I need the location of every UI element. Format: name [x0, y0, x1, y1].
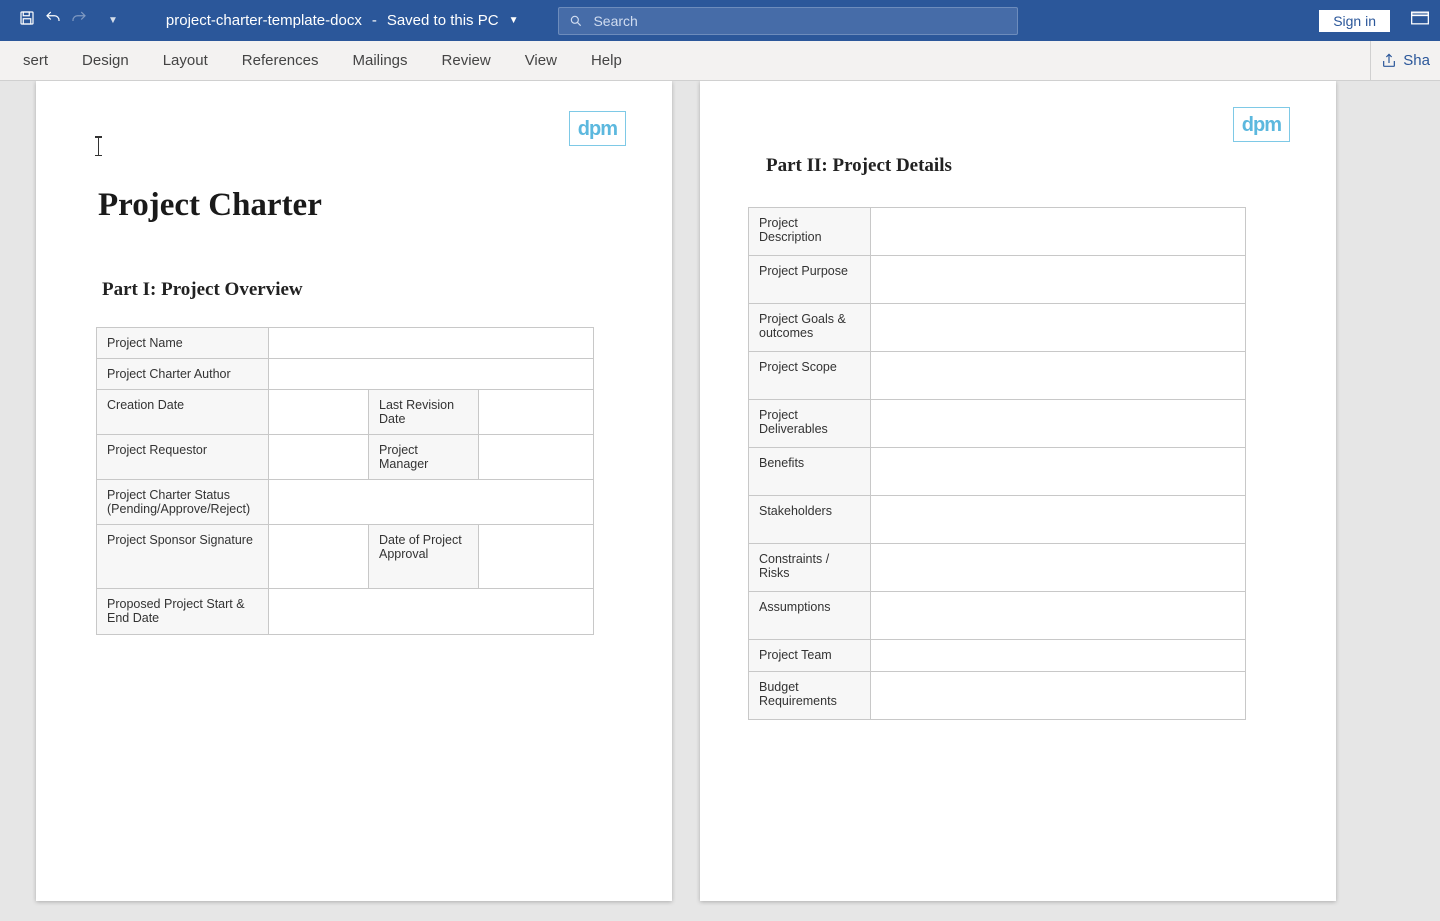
tab-help[interactable]: Help	[574, 43, 639, 78]
table-row: Project Deliverables	[749, 400, 1246, 448]
value-constraints[interactable]	[871, 544, 1246, 592]
label-status[interactable]: Project Charter Status (Pending/Approve/…	[97, 480, 269, 525]
table-row: Project Charter Status (Pending/Approve/…	[97, 480, 594, 525]
value-budget[interactable]	[871, 672, 1246, 720]
share-button[interactable]: Sha	[1371, 41, 1440, 80]
table-row: Project Requestor Project Manager	[97, 435, 594, 480]
label-purpose[interactable]: Project Purpose	[749, 256, 871, 304]
value-start-end[interactable]	[269, 589, 594, 635]
page-1[interactable]: dpm Project Charter Part I: Project Over…	[36, 81, 672, 901]
table-row: Budget Requirements	[749, 672, 1246, 720]
tab-review[interactable]: Review	[425, 43, 508, 78]
label-assumptions[interactable]: Assumptions	[749, 592, 871, 640]
share-icon	[1381, 53, 1397, 69]
label-description[interactable]: Project Description	[749, 208, 871, 256]
logo-box: dpm	[569, 111, 626, 146]
value-purpose[interactable]	[871, 256, 1246, 304]
value-sponsor-sig[interactable]	[269, 525, 369, 589]
title-bar: ▼ project-charter-template-docx - Saved …	[0, 0, 1440, 41]
value-stakeholders[interactable]	[871, 496, 1246, 544]
signin-button[interactable]: Sign in	[1319, 10, 1390, 32]
label-approval-date[interactable]: Date of Project Approval	[369, 525, 479, 589]
separator: -	[372, 12, 377, 29]
label-goals[interactable]: Project Goals & outcomes	[749, 304, 871, 352]
label-stakeholders[interactable]: Stakeholders	[749, 496, 871, 544]
table-row: Project Team	[749, 640, 1246, 672]
label-team[interactable]: Project Team	[749, 640, 871, 672]
table-row: Assumptions	[749, 592, 1246, 640]
table-row: Proposed Project Start & End Date	[97, 589, 594, 635]
value-assumptions[interactable]	[871, 592, 1246, 640]
save-status-text: Saved to this PC	[387, 12, 499, 29]
label-requestor[interactable]: Project Requestor	[97, 435, 269, 480]
tab-view[interactable]: View	[508, 43, 574, 78]
label-manager[interactable]: Project Manager	[369, 435, 479, 480]
section-heading-part2[interactable]: Part II: Project Details	[766, 155, 1286, 177]
search-input[interactable]	[593, 13, 1007, 29]
table-row: Project Goals & outcomes	[749, 304, 1246, 352]
value-benefits[interactable]	[871, 448, 1246, 496]
value-last-revision[interactable]	[479, 390, 594, 435]
tab-insert[interactable]: sert	[6, 43, 65, 78]
value-scope[interactable]	[871, 352, 1246, 400]
redo-icon[interactable]	[70, 9, 88, 32]
table-row: Stakeholders	[749, 496, 1246, 544]
value-creation-date[interactable]	[269, 390, 369, 435]
label-budget[interactable]: Budget Requirements	[749, 672, 871, 720]
search-box[interactable]	[558, 7, 1018, 35]
tab-layout[interactable]: Layout	[146, 43, 225, 78]
table-row: Project Description	[749, 208, 1246, 256]
label-start-end[interactable]: Proposed Project Start & End Date	[97, 589, 269, 635]
value-requestor[interactable]	[269, 435, 369, 480]
label-deliverables[interactable]: Project Deliverables	[749, 400, 871, 448]
table-row: Project Scope	[749, 352, 1246, 400]
value-description[interactable]	[871, 208, 1246, 256]
value-project-name[interactable]	[269, 328, 594, 359]
label-author[interactable]: Project Charter Author	[97, 359, 269, 390]
save-icon[interactable]	[18, 9, 36, 32]
undo-icon[interactable]	[44, 9, 62, 32]
text-cursor	[98, 137, 99, 155]
title-caret-icon: ▼	[509, 15, 519, 26]
document-workspace[interactable]: dpm Project Charter Part I: Project Over…	[0, 81, 1440, 921]
value-approval-date[interactable]	[479, 525, 594, 589]
value-status[interactable]	[269, 480, 594, 525]
table-row: Project Sponsor Signature Date of Projec…	[97, 525, 594, 589]
label-last-revision[interactable]: Last Revision Date	[369, 390, 479, 435]
label-creation-date[interactable]: Creation Date	[97, 390, 269, 435]
value-team[interactable]	[871, 640, 1246, 672]
table-row: Project Name	[97, 328, 594, 359]
table-row: Creation Date Last Revision Date	[97, 390, 594, 435]
qat-dropdown-icon[interactable]: ▼	[108, 15, 118, 26]
tab-references[interactable]: References	[225, 43, 336, 78]
overview-table[interactable]: Project Name Project Charter Author Crea…	[96, 327, 594, 635]
tab-design[interactable]: Design	[65, 43, 146, 78]
table-row: Project Purpose	[749, 256, 1246, 304]
document-title[interactable]: project-charter-template-docx - Saved to…	[166, 12, 519, 29]
page-2[interactable]: dpm Part II: Project Details Project Des…	[700, 81, 1336, 901]
value-author[interactable]	[269, 359, 594, 390]
tab-mailings[interactable]: Mailings	[335, 43, 424, 78]
table-row: Project Charter Author	[97, 359, 594, 390]
details-table[interactable]: Project Description Project Purpose Proj…	[748, 207, 1246, 720]
ribbon-display-icon[interactable]	[1410, 10, 1430, 31]
table-row: Benefits	[749, 448, 1246, 496]
value-manager[interactable]	[479, 435, 594, 480]
label-sponsor-sig[interactable]: Project Sponsor Signature	[97, 525, 269, 589]
section-heading-part1[interactable]: Part I: Project Overview	[102, 279, 622, 301]
label-benefits[interactable]: Benefits	[749, 448, 871, 496]
label-project-name[interactable]: Project Name	[97, 328, 269, 359]
ribbon-tabs: sert Design Layout References Mailings R…	[0, 41, 1440, 81]
label-constraints[interactable]: Constraints / Risks	[749, 544, 871, 592]
filename-text: project-charter-template-docx	[166, 12, 362, 29]
label-scope[interactable]: Project Scope	[749, 352, 871, 400]
search-icon	[569, 14, 583, 28]
logo-box: dpm	[1233, 107, 1290, 142]
share-label: Sha	[1403, 52, 1430, 69]
table-row: Constraints / Risks	[749, 544, 1246, 592]
document-heading[interactable]: Project Charter	[98, 187, 622, 224]
value-deliverables[interactable]	[871, 400, 1246, 448]
value-goals[interactable]	[871, 304, 1246, 352]
